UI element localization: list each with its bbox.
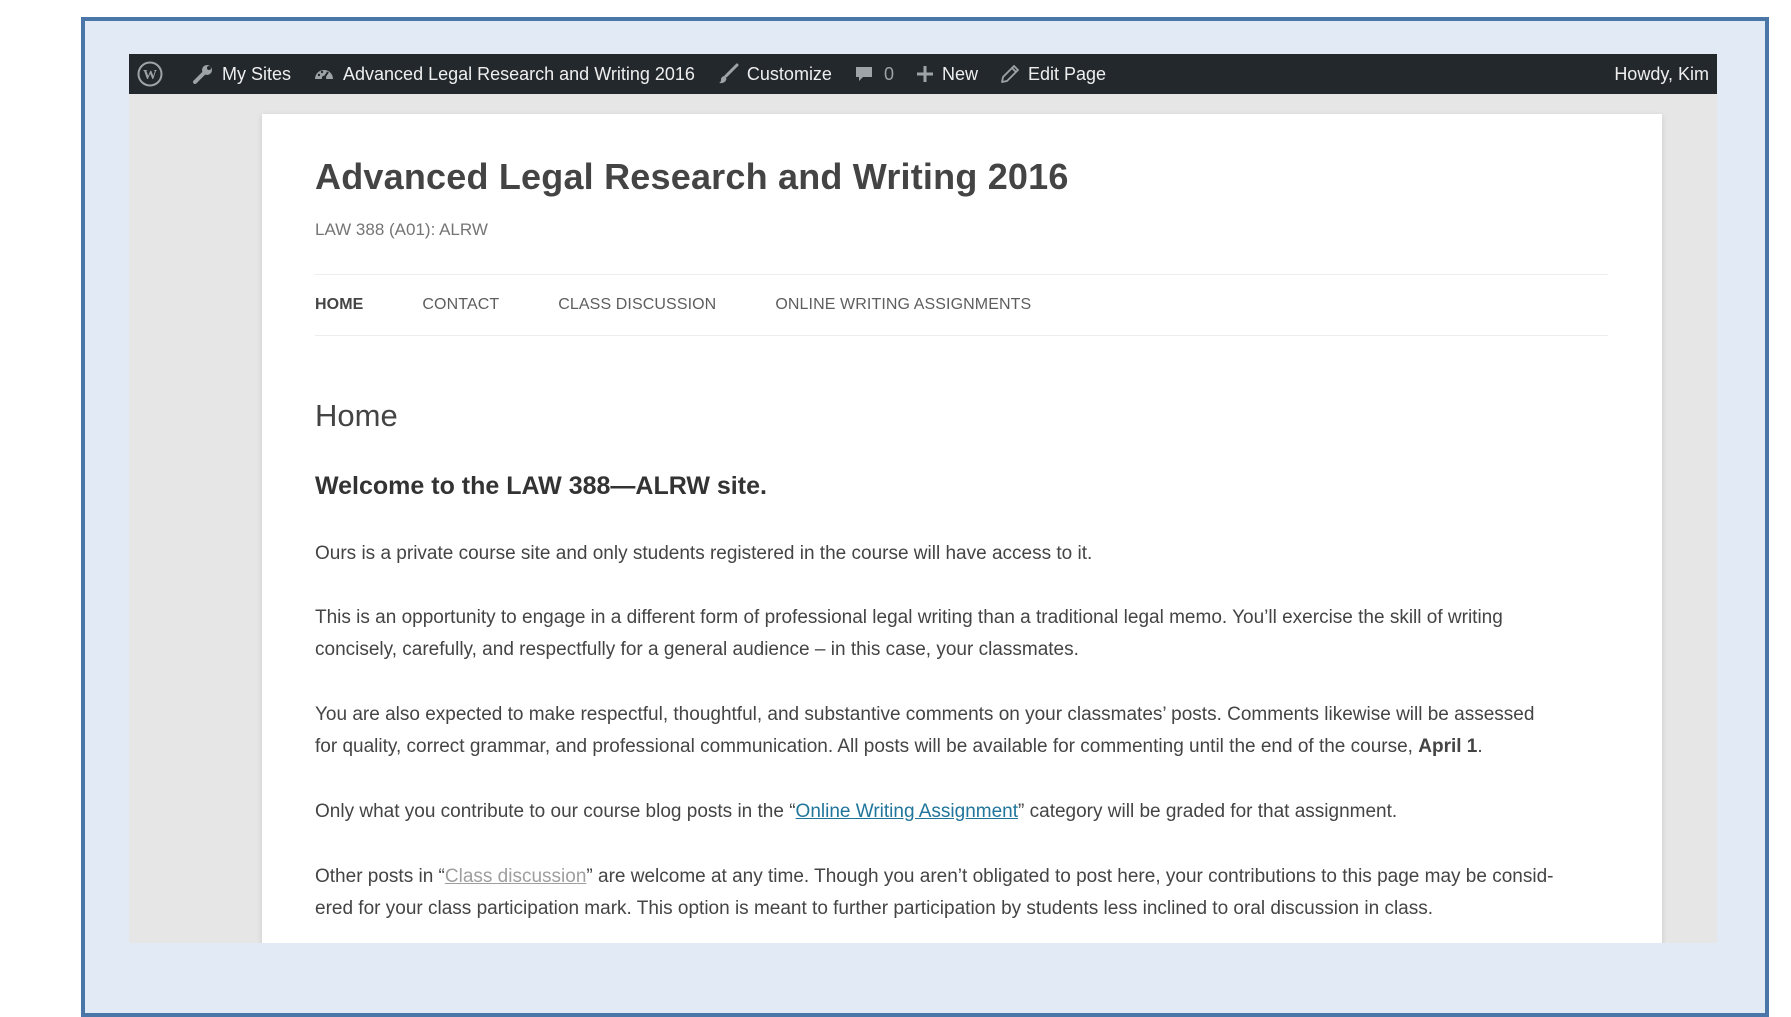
wordpress-menu[interactable]: W <box>129 54 181 94</box>
paragraph-text: Other posts in “ <box>315 866 445 887</box>
paragraph-comments: You are also expected to make respectful… <box>315 699 1615 763</box>
new-label: New <box>941 63 978 84</box>
page-title: Home <box>315 398 398 433</box>
site-name-menu[interactable]: Advanced Legal Research and Writing 2016 <box>302 54 706 94</box>
svg-text:W: W <box>143 68 157 83</box>
paragraph-private-site: Ours is a private course site and only s… <box>315 538 1615 570</box>
paragraph-opportunity: This is an opportunity to engage in a di… <box>315 602 1615 666</box>
page-container: Advanced Legal Research and Writing 2016… <box>262 114 1662 943</box>
paragraph-discussion: Other posts in “Class discussion” are we… <box>315 861 1615 925</box>
paragraph-line: ered for your class participation mark. … <box>315 898 1434 919</box>
primary-nav: Home Contact Class Discussion Online Wri… <box>315 274 1608 336</box>
my-sites-menu[interactable]: My Sites <box>181 54 302 94</box>
paragraph-text: for quality, correct grammar, and profes… <box>315 736 1413 757</box>
new-content-menu[interactable]: New <box>905 54 989 94</box>
wrench-icon <box>193 65 212 84</box>
browser-viewport: W My Sites Advanced Legal Research and W… <box>129 54 1717 943</box>
admin-bar: W My Sites Advanced Legal Research and W… <box>129 54 1717 94</box>
site-title[interactable]: Advanced Legal Research and Writing 2016 <box>315 156 1069 198</box>
paragraph-line: concisely, carefully, and respectfully f… <box>315 639 1079 660</box>
comment-bubble-icon <box>855 67 872 81</box>
paragraph-text: ” are welcome at any time. Though you ar… <box>586 866 1554 887</box>
paragraph-line: for quality, correct grammar, and profes… <box>315 731 1615 763</box>
nav-item-contact[interactable]: Contact <box>422 296 499 314</box>
comments-link[interactable]: 0 <box>843 54 905 94</box>
paragraph-grading: Only what you contribute to our course b… <box>315 796 1615 828</box>
paragraph-text: Ours is a private course site and only s… <box>315 543 1093 564</box>
nav-item-online-writing-assignments[interactable]: Online Writing Assignments <box>775 296 1031 314</box>
edit-page-label: Edit Page <box>1027 63 1107 84</box>
paragraph-line: This is an opportunity to engage in a di… <box>315 607 1503 628</box>
paragraph-text: Only what you contribute to our course b… <box>315 801 796 822</box>
period: . <box>1477 736 1483 757</box>
nav-item-class-discussion[interactable]: Class Discussion <box>558 296 716 314</box>
paragraph-line: You are also expected to make respectful… <box>315 704 1535 725</box>
pencil-icon <box>1001 65 1019 83</box>
paragraph-line: Only what you contribute to our course b… <box>315 796 1615 828</box>
site-name-label: Advanced Legal Research and Writing 2016 <box>343 63 695 84</box>
customize-label: Customize <box>746 63 832 84</box>
deadline-date: April 1 <box>1418 736 1478 757</box>
class-discussion-link[interactable]: Class discussion <box>445 866 587 887</box>
site-description: LAW 388 (A01): ALRW <box>315 220 488 239</box>
wordpress-logo-icon: W <box>137 61 163 87</box>
welcome-heading: Welcome to the LAW 388—ALRW site. <box>315 472 767 500</box>
customize-link[interactable]: Customize <box>706 54 843 94</box>
comments-count: 0 <box>883 63 894 84</box>
paragraph-text: ” category will be graded for that assig… <box>1018 801 1398 822</box>
dashboard-icon <box>315 70 334 81</box>
brush-icon <box>718 63 739 84</box>
nav-item-home[interactable]: Home <box>315 296 363 314</box>
edit-page-link[interactable]: Edit Page <box>989 54 1117 94</box>
online-writing-assignment-link[interactable]: Online Writing Assignment <box>796 801 1018 822</box>
plus-icon <box>916 66 933 82</box>
howdy-label: Howdy, Kim <box>1614 63 1709 84</box>
paragraph-line: Other posts in “Class discussion” are we… <box>315 861 1615 893</box>
account-menu[interactable]: Howdy, Kim <box>1603 54 1717 94</box>
my-sites-label: My Sites <box>222 63 292 84</box>
